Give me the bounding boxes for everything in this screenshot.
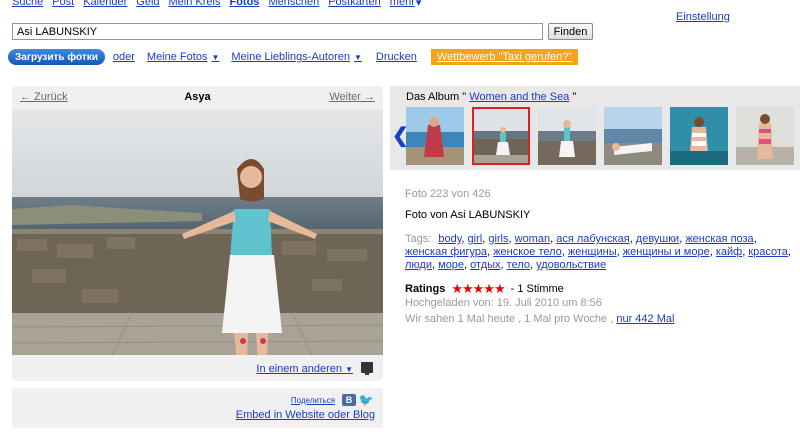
album-thumb[interactable] <box>604 107 662 165</box>
embed-link[interactable]: Embed in Website oder Blog <box>236 409 375 421</box>
nav-item-7[interactable]: Postkarten <box>328 0 381 9</box>
twitter-icon[interactable]: 🐦 <box>359 393 374 407</box>
tag-link[interactable]: красота <box>748 246 788 258</box>
nav-item-5[interactable]: Fotos <box>229 0 259 9</box>
prev-photo-link[interactable]: ← Zurück <box>20 91 68 103</box>
main-photo[interactable] <box>12 109 383 355</box>
tag-link[interactable]: люди <box>405 259 432 271</box>
ratings-label: Ratings <box>405 283 446 295</box>
photo-panel: Asya ← Zurück Weiter → In einem anderen … <box>12 86 383 381</box>
album-prefix: Das Album " <box>406 91 467 103</box>
upload-photos-button[interactable]: Загрузить фотки <box>8 49 105 65</box>
tag-link[interactable]: удовольствие <box>536 259 606 271</box>
tag-link[interactable]: тело <box>507 259 530 271</box>
album-thumb[interactable] <box>538 107 596 165</box>
fav-authors-label: Meine Lieblings-Autoren <box>231 51 350 63</box>
promo-contest-link[interactable]: Wettbewerb "Taxi gerufen?" <box>430 49 579 65</box>
share-panel: Поделиться В 🐦 Embed in Website oder Blo… <box>12 388 383 428</box>
oder-link[interactable]: oder <box>113 51 135 63</box>
nav-item-4[interactable]: Mein Kreis <box>169 0 221 9</box>
album-thumb[interactable] <box>736 107 794 165</box>
views-total-link[interactable]: nur 442 Mal <box>616 313 674 325</box>
my-photos-dropdown[interactable]: Meine Fotos ▼ <box>147 51 219 63</box>
chevron-down-icon: ▼ <box>354 52 362 62</box>
tag-link[interactable]: girls <box>488 233 508 245</box>
nav-item-3[interactable]: Geld <box>136 0 159 9</box>
photo-toolbar: Загрузить фотки oder Meine Fotos ▼ Meine … <box>8 49 579 65</box>
search-button[interactable]: Finden <box>548 23 593 40</box>
view-stats: Wir sahen 1 Mal heute , 1 Mal pro Woche … <box>405 313 674 325</box>
photo-counter: Foto 223 von 426 <box>405 188 491 200</box>
top-nav: Suche Post Kalender Geld Mein Kreis Fotos Mens… <box>12 0 421 9</box>
album-name-link[interactable]: Women and the Sea <box>469 91 569 103</box>
tag-link[interactable]: женское тело <box>493 246 562 258</box>
share-other-label: In einem anderen <box>256 363 343 375</box>
tag-link[interactable]: женщины <box>568 246 617 258</box>
photo-byline: Foto von Asi LABUNSKIY <box>405 209 531 221</box>
nav-item-0[interactable]: Suche <box>12 0 43 9</box>
print-link[interactable]: Drucken <box>376 51 417 63</box>
tag-link[interactable]: девушки <box>636 233 679 245</box>
settings-link[interactable]: Einstellung <box>676 11 730 23</box>
chevron-down-icon[interactable]: ▾ <box>416 0 422 9</box>
vk-icon[interactable]: В <box>342 394 356 406</box>
album-suffix: " <box>572 91 577 103</box>
tag-link[interactable]: ася лабунская <box>556 233 629 245</box>
album-thumb-selected[interactable] <box>472 107 530 165</box>
tag-link[interactable]: girl <box>468 233 483 245</box>
tag-link[interactable]: body <box>438 233 461 245</box>
tag-separator: , <box>787 246 791 258</box>
album-title: Das Album " Women and the Sea " <box>406 91 576 103</box>
chevron-down-icon: ▼ <box>211 52 220 62</box>
votes-count: - 1 Stimme <box>510 283 564 295</box>
tags-label: Tags: <box>405 233 432 245</box>
rating-stars[interactable]: ★★★★★ <box>451 281 505 297</box>
next-photo-link[interactable]: Weiter → <box>329 91 375 103</box>
nav-item-1[interactable]: Post <box>52 0 74 9</box>
tag-link[interactable]: woman <box>515 233 550 245</box>
monitor-icon[interactable] <box>361 362 373 375</box>
chevron-down-icon: ▼ <box>345 365 353 374</box>
album-thumb[interactable] <box>406 107 464 165</box>
ratings-row: Ratings ★★★★★ - 1 Stimme <box>405 281 564 297</box>
view-stats-text: Wir sahen 1 Mal heute , 1 Mal pro Woche … <box>405 313 617 325</box>
album-strip: Das Album " Women and the Sea " ❮ <box>390 86 800 170</box>
fav-authors-dropdown[interactable]: Meine Lieblings-Autoren ▼ <box>231 51 362 63</box>
upload-info: Hochgeladen von: 19. Juli 2010 um 8:56 <box>405 297 602 309</box>
tag-separator: , <box>753 233 757 245</box>
nav-item-6[interactable]: Menschen <box>268 0 319 9</box>
nav-item-2[interactable]: Kalender <box>83 0 127 9</box>
tag-link[interactable]: отдых <box>470 259 500 271</box>
tag-list: Tags: body, girl, girls, woman, ася лабу… <box>405 233 795 272</box>
share-other-dropdown[interactable]: In einem anderen ▼ <box>256 363 353 375</box>
tag-link[interactable]: женская фигура <box>405 246 487 258</box>
search-input[interactable] <box>12 23 543 40</box>
my-photos-label: Meine Fotos <box>146 51 208 63</box>
share-label[interactable]: Поделиться <box>291 396 335 405</box>
tag-link[interactable]: кайф <box>716 246 742 258</box>
tag-link[interactable]: женская поза <box>685 233 753 245</box>
album-thumb[interactable] <box>670 107 728 165</box>
nav-item-8[interactable]: mehr <box>390 0 415 9</box>
tag-link[interactable]: женщины и море <box>623 246 710 258</box>
tag-link[interactable]: море <box>438 259 464 271</box>
